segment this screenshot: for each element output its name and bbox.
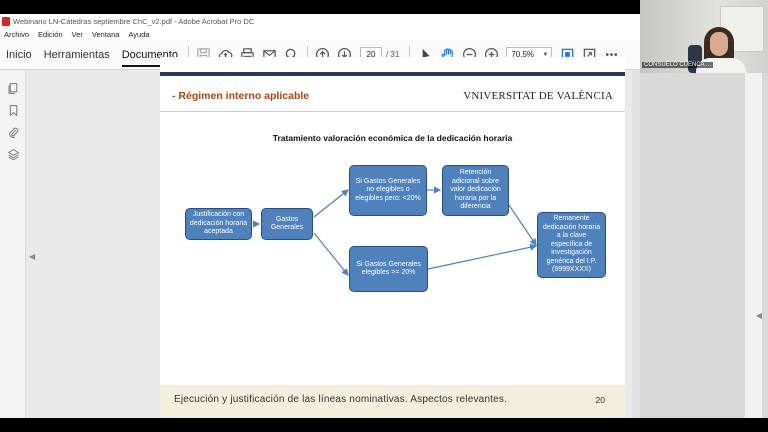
- collapse-left-panel-icon[interactable]: ◀: [29, 252, 35, 261]
- participant-name: CONSUELO CUENCA ...: [642, 62, 714, 68]
- menu-bar: Archivo Edición Ver Ventana Ayuda: [0, 28, 640, 40]
- bookmarks-button[interactable]: [0, 99, 26, 121]
- box-remanente: Remanente dedicación horaria a la clave …: [537, 212, 606, 278]
- right-panel-area: ◀: [640, 73, 768, 418]
- slide-page-number: 20: [595, 395, 605, 405]
- menu-ventana[interactable]: Ventana: [92, 30, 120, 39]
- left-navigation-panel: [0, 71, 26, 418]
- right-scroll-track: [745, 73, 762, 418]
- pages-thumbnail-button[interactable]: [0, 77, 26, 99]
- menu-ayuda[interactable]: Ayuda: [128, 30, 149, 39]
- tab-inicio[interactable]: Inicio: [0, 40, 38, 70]
- pdf-page: - Régimen interno aplicable VNIVERSITAT …: [160, 57, 625, 418]
- arrow-gastos-elegibles: [313, 232, 349, 276]
- paperclip-icon: [8, 127, 18, 138]
- tab-herramientas[interactable]: Herramientas: [38, 40, 116, 70]
- box-no-elegibles: Si Gastos Generales no elegibles o elegi…: [349, 165, 427, 216]
- box-justificacion: Justificación con dedicación horaria ace…: [185, 208, 252, 240]
- pages-icon: [8, 82, 17, 94]
- pdf-file-icon: [2, 16, 10, 26]
- layers-button[interactable]: [0, 143, 26, 165]
- box-retencion: Retención adicional sobre valor dedicaci…: [442, 165, 509, 216]
- menu-ver[interactable]: Ver: [72, 30, 83, 39]
- box-elegibles: Si Gastos Generales elegibles >= 20%: [349, 246, 428, 292]
- arrow-retencion-remanente: [508, 204, 537, 246]
- box-gastos-generales: Gastos Generales: [261, 208, 313, 240]
- footer-text: Ejecución y justificación de las líneas …: [174, 394, 508, 405]
- arrow-gastos-no-elegibles: [313, 189, 349, 218]
- attachments-button[interactable]: [0, 121, 26, 143]
- menu-edicion[interactable]: Edición: [38, 30, 63, 39]
- vertical-scrollbar[interactable]: [632, 71, 640, 418]
- bookmark-icon: [9, 104, 17, 116]
- collapse-right-panel-icon[interactable]: ◀: [756, 311, 762, 320]
- arrow-elegibles-remanente: [427, 243, 538, 270]
- layers-icon: [7, 148, 19, 160]
- webcam-person-face: [710, 32, 728, 56]
- webcam-video-feed: CONSUELO CUENCA ...: [640, 0, 768, 73]
- title-bar: Webinario LN-Cátedras septiembre ChC_v2.…: [0, 14, 640, 28]
- window-title: Webinario LN-Cátedras septiembre ChC_v2.…: [13, 16, 255, 26]
- menu-archivo[interactable]: Archivo: [4, 30, 29, 39]
- slide-footer: Ejecución y justificación de las líneas …: [160, 385, 625, 418]
